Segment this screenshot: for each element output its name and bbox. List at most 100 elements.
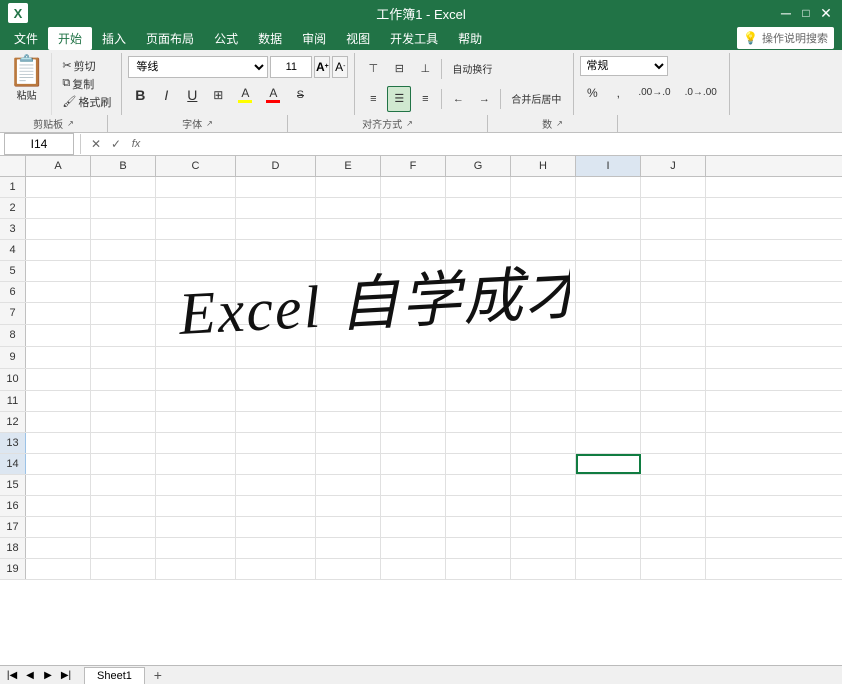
cell-a12[interactable] — [26, 412, 91, 432]
cell-i1[interactable] — [576, 177, 641, 197]
menu-review[interactable]: 审阅 — [292, 27, 336, 50]
cell-c4[interactable] — [156, 240, 236, 260]
cell-h4[interactable] — [511, 240, 576, 260]
col-header-e[interactable]: E — [316, 156, 381, 176]
strikethrough-button[interactable]: S — [288, 82, 312, 108]
cell-a16[interactable] — [26, 496, 91, 516]
cell-f5[interactable] — [381, 261, 446, 281]
cell-d8[interactable] — [236, 325, 316, 346]
cell-e15[interactable] — [316, 475, 381, 495]
cell-f2[interactable] — [381, 198, 446, 218]
cell-j12[interactable] — [641, 412, 706, 432]
cell-f16[interactable] — [381, 496, 446, 516]
cell-j6[interactable] — [641, 282, 706, 302]
cell-j10[interactable] — [641, 369, 706, 390]
cell-b19[interactable] — [91, 559, 156, 579]
cell-f12[interactable] — [381, 412, 446, 432]
cell-c15[interactable] — [156, 475, 236, 495]
cell-e6[interactable] — [316, 282, 381, 302]
cell-c12[interactable] — [156, 412, 236, 432]
align-middle-button[interactable]: ⊟ — [387, 56, 411, 82]
cell-d11[interactable] — [236, 391, 316, 411]
cell-a19[interactable] — [26, 559, 91, 579]
cell-i17[interactable] — [576, 517, 641, 537]
cell-i14-active[interactable] — [576, 454, 641, 474]
cell-f10[interactable] — [381, 369, 446, 390]
cell-f11[interactable] — [381, 391, 446, 411]
cell-g10[interactable] — [446, 369, 511, 390]
cell-e7[interactable] — [316, 303, 381, 324]
cell-d2[interactable] — [236, 198, 316, 218]
align-top-button[interactable]: ⊤ — [361, 56, 385, 82]
cell-e16[interactable] — [316, 496, 381, 516]
menu-page-layout[interactable]: 页面布局 — [136, 27, 204, 50]
cell-g12[interactable] — [446, 412, 511, 432]
cell-d17[interactable] — [236, 517, 316, 537]
cell-a3[interactable] — [26, 219, 91, 239]
cell-c3[interactable] — [156, 219, 236, 239]
cell-j15[interactable] — [641, 475, 706, 495]
font-name-select[interactable]: 等线 — [128, 56, 268, 78]
font-size-up-button[interactable]: A+ — [314, 56, 330, 78]
bold-button[interactable]: B — [128, 82, 152, 108]
cell-h7[interactable] — [511, 303, 576, 324]
cell-c13[interactable] — [156, 433, 236, 453]
cell-d10[interactable] — [236, 369, 316, 390]
cell-d7[interactable] — [236, 303, 316, 324]
cell-b13[interactable] — [91, 433, 156, 453]
col-header-a[interactable]: A — [26, 156, 91, 176]
cell-e5[interactable] — [316, 261, 381, 281]
cell-i4[interactable] — [576, 240, 641, 260]
cell-f18[interactable] — [381, 538, 446, 558]
cell-d6[interactable] — [236, 282, 316, 302]
col-header-i[interactable]: I — [576, 156, 641, 176]
number-expand-icon[interactable]: ↗ — [556, 119, 563, 128]
cell-j4[interactable] — [641, 240, 706, 260]
cell-b16[interactable] — [91, 496, 156, 516]
cell-d18[interactable] — [236, 538, 316, 558]
cell-e11[interactable] — [316, 391, 381, 411]
cell-f17[interactable] — [381, 517, 446, 537]
row-number[interactable]: 2 — [0, 198, 26, 218]
row-number[interactable]: 3 — [0, 219, 26, 239]
cell-i5[interactable] — [576, 261, 641, 281]
cell-a2[interactable] — [26, 198, 91, 218]
cell-g2[interactable] — [446, 198, 511, 218]
cell-b8[interactable] — [91, 325, 156, 346]
row-number[interactable]: 13 — [0, 433, 26, 453]
cell-e14[interactable] — [316, 454, 381, 474]
row-number[interactable]: 11 — [0, 391, 26, 411]
cell-i3[interactable] — [576, 219, 641, 239]
sheet-last-button[interactable]: ▶| — [58, 667, 74, 683]
cell-a8[interactable] — [26, 325, 91, 346]
cell-c6[interactable] — [156, 282, 236, 302]
row-number[interactable]: 15 — [0, 475, 26, 495]
cancel-formula-button[interactable]: ✕ — [87, 135, 105, 153]
function-button[interactable]: fx — [127, 135, 145, 153]
cell-f13[interactable] — [381, 433, 446, 453]
cell-j18[interactable] — [641, 538, 706, 558]
row-number[interactable]: 12 — [0, 412, 26, 432]
row-number[interactable]: 10 — [0, 369, 26, 390]
cell-b18[interactable] — [91, 538, 156, 558]
cell-i11[interactable] — [576, 391, 641, 411]
cell-d5[interactable] — [236, 261, 316, 281]
row-number[interactable]: 7 — [0, 303, 26, 324]
format-painter-button[interactable]: 🖌 格式刷 — [58, 94, 115, 110]
row-number[interactable]: 18 — [0, 538, 26, 558]
cell-b11[interactable] — [91, 391, 156, 411]
cell-h17[interactable] — [511, 517, 576, 537]
col-header-b[interactable]: B — [91, 156, 156, 176]
cell-j7[interactable] — [641, 303, 706, 324]
close-button[interactable]: ✕ — [818, 5, 834, 21]
clipboard-expand-icon[interactable]: ↗ — [67, 119, 74, 128]
number-format-select[interactable]: 常规 数字 货币 日期 — [580, 56, 668, 76]
cell-f4[interactable] — [381, 240, 446, 260]
align-left-button[interactable]: ≡ — [361, 86, 385, 112]
cell-j19[interactable] — [641, 559, 706, 579]
row-number[interactable]: 6 — [0, 282, 26, 302]
cell-a18[interactable] — [26, 538, 91, 558]
sheet-prev-button[interactable]: ◀ — [22, 667, 38, 683]
cell-b15[interactable] — [91, 475, 156, 495]
cell-g6[interactable] — [446, 282, 511, 302]
